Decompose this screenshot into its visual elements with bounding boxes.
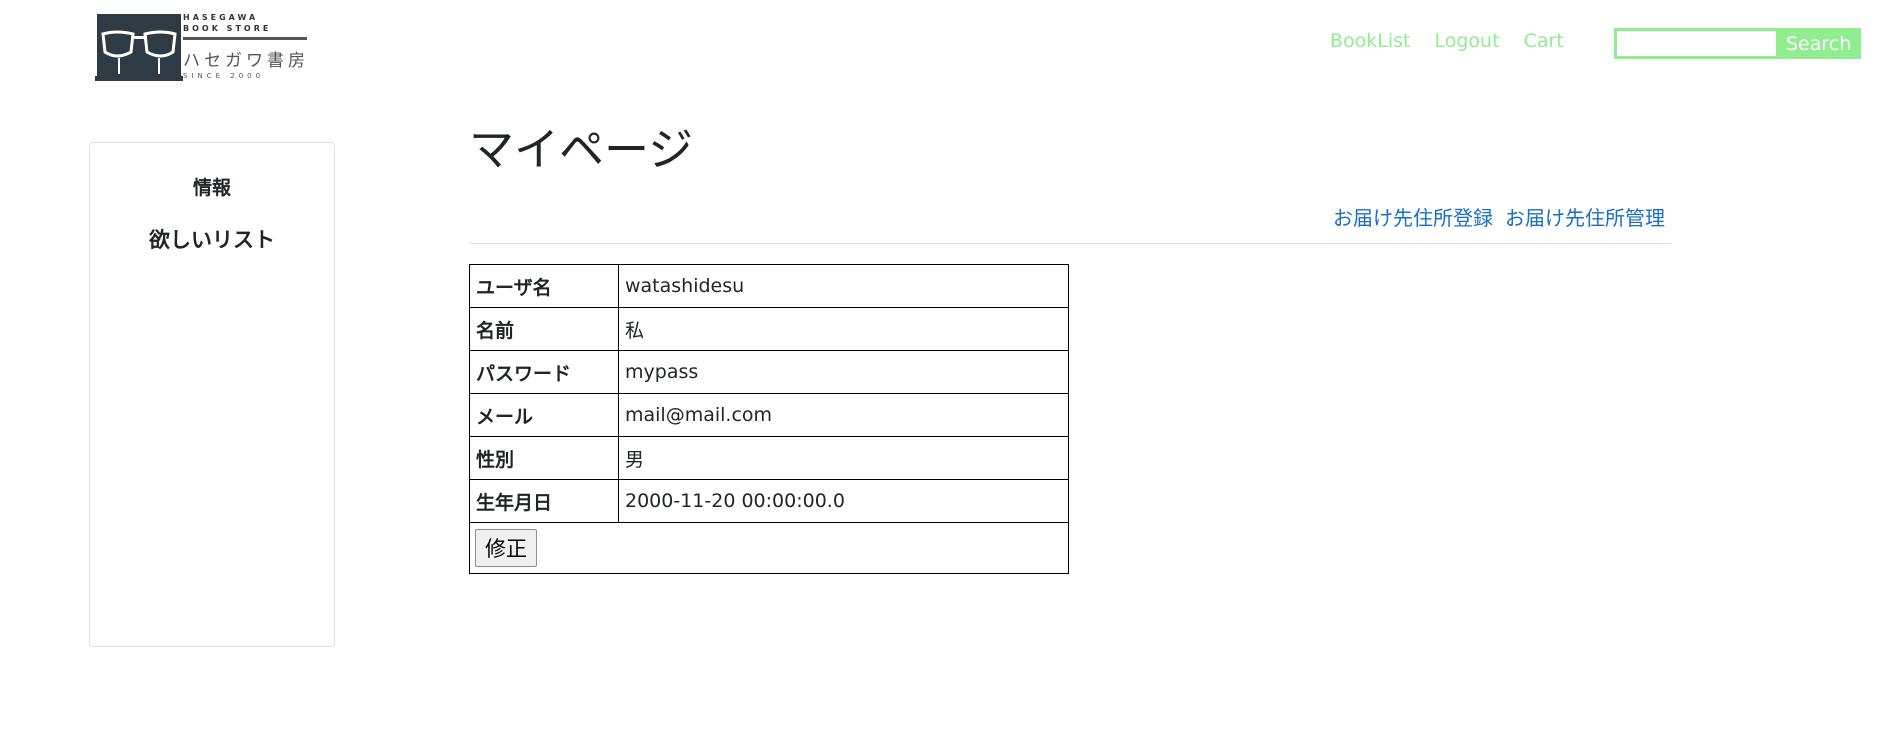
search-button[interactable]: Search (1776, 28, 1862, 59)
page-title: マイページ (469, 123, 694, 176)
birthdate-value: 2000-11-20 00:00:00.0 (618, 479, 1069, 523)
table-row: パスワード mypass (469, 350, 1069, 394)
logo-brand-text: HASEGAWA BOOK STORE (183, 12, 271, 34)
table-row: ユーザ名 watashidesu (469, 264, 1069, 308)
sidebar-item-wishlist[interactable]: 欲しいリスト (90, 224, 334, 254)
nav-booklist-link[interactable]: BookList (1330, 30, 1411, 52)
profile-table: ユーザ名 watashidesu 名前 私 パスワード mypass メール m… (469, 264, 1069, 574)
username-label: ユーザ名 (469, 264, 619, 308)
password-value: mypass (618, 350, 1069, 394)
top-nav: BookList Logout Cart (1330, 30, 1564, 52)
password-label: パスワード (469, 350, 619, 394)
table-row: メール mail@mail.com (469, 393, 1069, 437)
search-input[interactable] (1614, 28, 1776, 59)
sidebar: 情報 欲しいリスト (89, 142, 335, 647)
nav-cart-link[interactable]: Cart (1524, 30, 1564, 52)
address-links: お届け先住所登録 お届け先住所管理 (469, 202, 1671, 244)
logo-since: SINCE 2000 (183, 72, 265, 80)
store-logo[interactable]: HASEGAWA BOOK STORE ハセガワ書房 SINCE 2000 (95, 10, 315, 85)
gender-label: 性別 (469, 436, 619, 480)
email-value: mail@mail.com (618, 393, 1069, 437)
logo-japanese-name: ハセガワ書房 (183, 51, 309, 71)
book-glasses-logo-icon (95, 14, 183, 81)
birthdate-label: 生年月日 (469, 479, 619, 523)
table-row: 生年月日 2000-11-20 00:00:00.0 (469, 479, 1069, 523)
email-label: メール (469, 393, 619, 437)
address-register-link[interactable]: お届け先住所登録 (1333, 202, 1493, 231)
edit-cell: 修正 (469, 522, 1069, 574)
address-manage-link[interactable]: お届け先住所管理 (1505, 202, 1665, 231)
username-value: watashidesu (618, 264, 1069, 308)
nav-logout-link[interactable]: Logout (1435, 30, 1500, 52)
logo-line1: HASEGAWA (183, 13, 259, 22)
logo-divider (183, 37, 307, 40)
edit-button[interactable]: 修正 (475, 529, 537, 567)
name-value: 私 (618, 307, 1069, 351)
table-row: 修正 (469, 522, 1069, 574)
sidebar-item-info[interactable]: 情報 (90, 173, 334, 200)
logo-line2: BOOK STORE (183, 24, 272, 33)
gender-value: 男 (618, 436, 1069, 480)
table-row: 名前 私 (469, 307, 1069, 351)
name-label: 名前 (469, 307, 619, 351)
search-form: Search (1614, 28, 1862, 59)
table-row: 性別 男 (469, 436, 1069, 480)
main-content: マイページ お届け先住所登録 お届け先住所管理 ユーザ名 watashidesu… (469, 120, 1671, 574)
